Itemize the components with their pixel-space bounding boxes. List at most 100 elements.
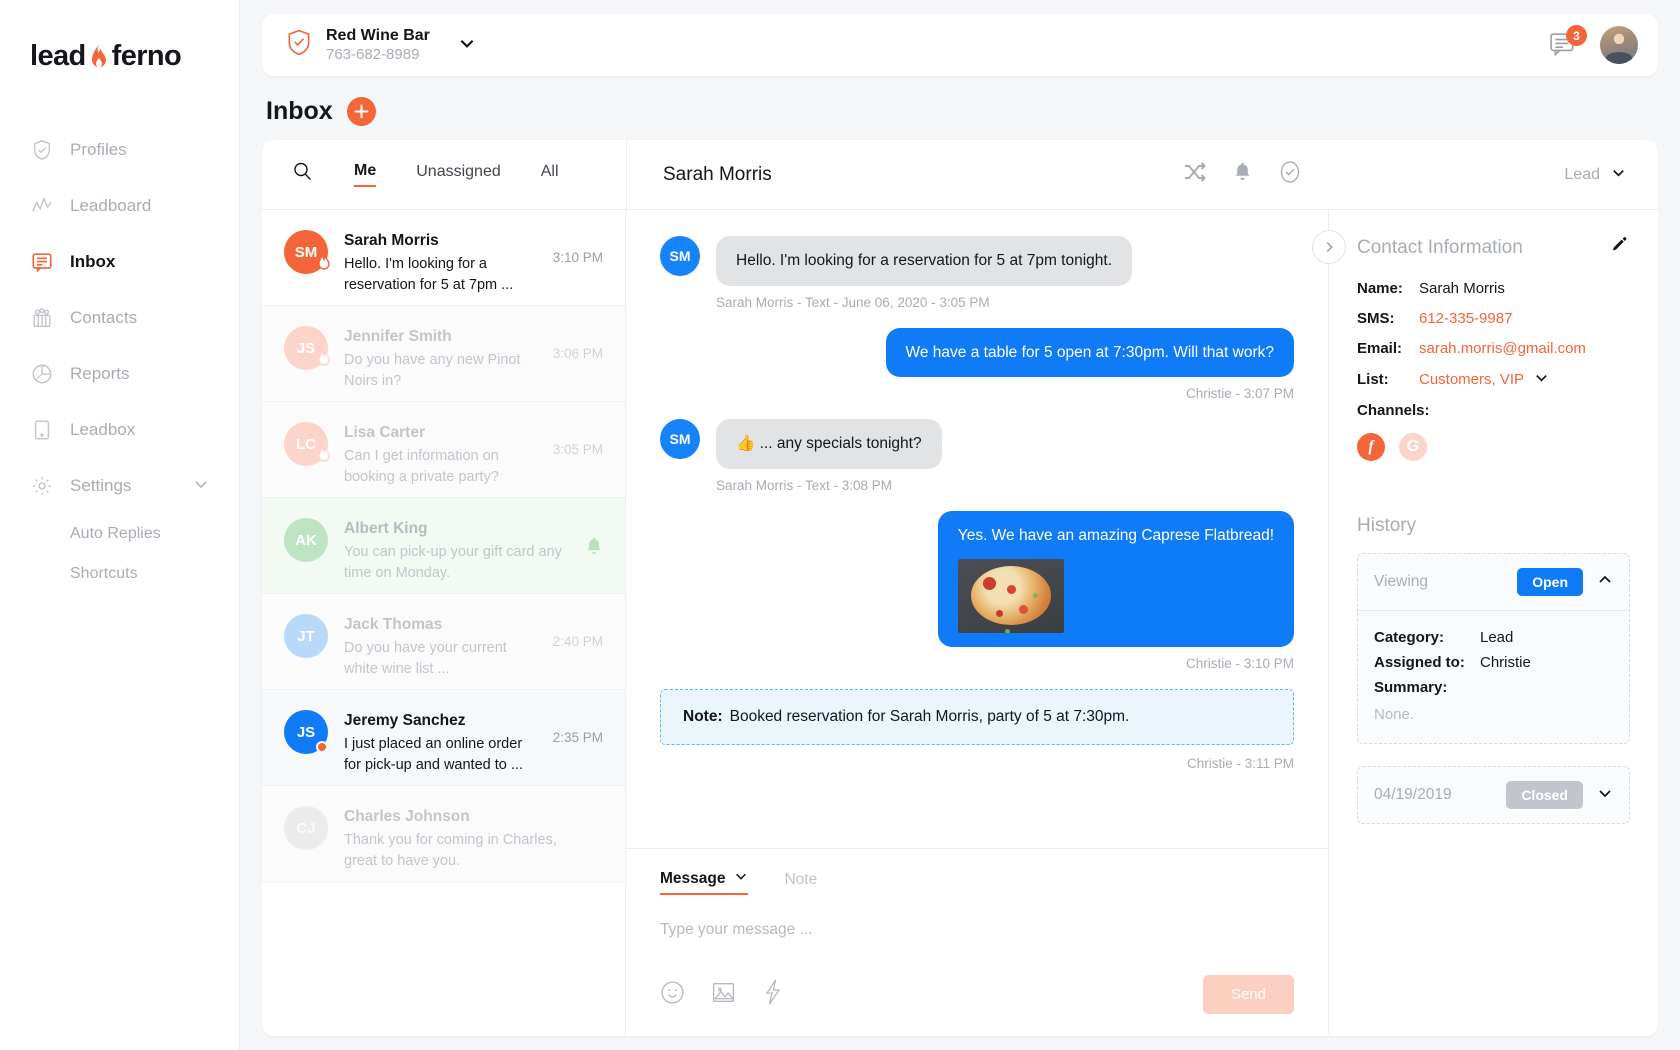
flame-logo-icon	[87, 45, 111, 75]
history-card-header: 04/19/2019 Closed	[1358, 767, 1629, 823]
chevron-down-icon[interactable]	[1597, 785, 1613, 806]
sidebar-item-shortcuts[interactable]: Shortcuts	[0, 554, 239, 594]
channel-icons: f G	[1357, 433, 1630, 461]
field-value[interactable]: Customers, VIP	[1419, 371, 1524, 388]
send-button[interactable]: Send	[1202, 975, 1294, 1014]
field-label: Email:	[1357, 340, 1403, 357]
field-value[interactable]: 612-335-9987	[1419, 310, 1512, 327]
internal-note: Note: Booked reservation for Sarah Morris…	[660, 688, 1294, 745]
bell-icon[interactable]	[1233, 161, 1252, 188]
sidebar-item-label: Inbox	[70, 252, 116, 271]
sidebar-item-label: Profiles	[70, 140, 127, 159]
timestamp: 2:40 PM	[552, 634, 603, 649]
timestamp: 2:35 PM	[552, 730, 603, 745]
avatar: JS	[284, 326, 330, 370]
list-item[interactable]: LC Lisa Carter Can I get information on …	[262, 402, 625, 498]
app-logo[interactable]: lead ferno	[0, 28, 239, 84]
status-badge[interactable]: Open	[1517, 568, 1583, 596]
shuffle-icon[interactable]	[1183, 161, 1207, 188]
composer-tab-note[interactable]: Note	[784, 871, 817, 894]
message-input[interactable]: Type your message ...	[660, 921, 1294, 939]
user-avatar[interactable]	[1600, 26, 1638, 64]
collapse-panel-button[interactable]	[1312, 230, 1346, 264]
top-bar: Red Wine Bar 763-682-8989 3	[262, 14, 1658, 76]
tab-me[interactable]: Me	[354, 162, 377, 187]
list-item-text: Albert King You can pick-up your gift ca…	[344, 518, 569, 583]
chevron-down-icon[interactable]	[1534, 370, 1549, 389]
chevron-up-icon[interactable]	[1597, 572, 1613, 593]
tab-unassigned[interactable]: Unassigned	[416, 163, 501, 186]
history-card-past[interactable]: 04/19/2019 Closed	[1357, 766, 1630, 824]
avatar-initials: LC	[296, 435, 316, 453]
lightning-icon[interactable]	[762, 979, 784, 1010]
message-preview: Thank you for coming in Charles, great t…	[344, 831, 557, 869]
chart-line-icon	[30, 194, 54, 218]
history-card-body: Category: Lead Assigned to: Christie Sum…	[1358, 610, 1629, 743]
history-key: Summary:	[1374, 679, 1448, 696]
message-text: Yes. We have an amazing Caprese Flatbrea…	[957, 527, 1274, 545]
business-phone: 763-682-8989	[326, 45, 420, 63]
list-item[interactable]: SM Sarah Morris Hello. I'm looking for a…	[262, 210, 625, 306]
contact-name: Jack Thomas	[344, 616, 443, 633]
emoji-icon[interactable]	[660, 980, 685, 1010]
avatar-initials: AK	[295, 531, 317, 549]
sidebar-item-leadboard[interactable]: Leadboard	[0, 178, 239, 234]
sidebar-subitem-label: Shortcuts	[70, 565, 138, 582]
timestamp: 3:10 PM	[552, 250, 603, 265]
composer-tab-message[interactable]: Message	[660, 869, 749, 895]
list-item[interactable]: CJ Charles Johnson Thank you for coming …	[262, 786, 625, 882]
chevron-down-icon[interactable]	[458, 34, 476, 57]
message-meta: Christie - 3:10 PM	[1185, 655, 1294, 671]
sidebar-item-label: Leadbox	[70, 420, 136, 439]
add-conversation-button[interactable]	[346, 96, 376, 126]
list-item-text: Jeremy Sanchez I just placed an online o…	[344, 710, 537, 775]
sidebar-item-reports[interactable]: Reports	[0, 346, 239, 402]
field-label: Channels:	[1357, 402, 1430, 419]
lead-status-selector[interactable]: Lead	[1564, 165, 1626, 185]
contact-name: Sarah Morris	[344, 232, 439, 249]
status-badge[interactable]: Closed	[1506, 781, 1583, 809]
message-meta: Sarah Morris - Text - June 06, 2020 - 3:…	[716, 294, 990, 310]
sidebar-item-contacts[interactable]: Contacts	[0, 290, 239, 346]
top-bar-right: 3	[1550, 25, 1638, 64]
search-icon[interactable]	[292, 161, 314, 188]
message-count-badge: 3	[1566, 25, 1587, 46]
sidebar-item-auto-replies[interactable]: Auto Replies	[0, 514, 239, 554]
check-circle-icon[interactable]	[1278, 160, 1302, 189]
history-summary-empty: None.	[1374, 706, 1415, 723]
sidebar-item-label: Reports	[70, 364, 130, 383]
chevron-down-icon	[1611, 165, 1626, 185]
chevron-down-icon[interactable]	[193, 476, 209, 497]
messages-notification-button[interactable]: 3	[1550, 25, 1587, 58]
list-item[interactable]: JS Jeremy Sanchez I just placed an onlin…	[262, 690, 625, 786]
sidebar-item-profiles[interactable]: Profiles	[0, 122, 239, 178]
facebook-icon[interactable]: f	[1357, 433, 1385, 461]
image-icon[interactable]	[711, 980, 736, 1010]
sidebar-item-leadbox[interactable]: Leadbox	[0, 402, 239, 458]
edit-icon[interactable]	[1611, 236, 1630, 260]
list-item[interactable]: AK Albert King You can pick-up your gift…	[262, 498, 625, 594]
list-item[interactable]: JS Jennifer Smith Do you have any new Pi…	[262, 306, 625, 402]
google-icon[interactable]: G	[1399, 433, 1427, 461]
avatar: CJ	[284, 806, 328, 850]
business-selector[interactable]: Red Wine Bar 763-682-8989	[286, 26, 476, 65]
history-key: Assigned to:	[1374, 654, 1465, 671]
list-item[interactable]: JT Jack Thomas Do you have your current …	[262, 594, 625, 690]
field-value[interactable]: sarah.morris@gmail.com	[1419, 340, 1586, 357]
conversation-list[interactable]: SM Sarah Morris Hello. I'm looking for a…	[262, 210, 626, 1036]
business-name: Red Wine Bar	[326, 26, 430, 44]
caprese-flatbread-photo[interactable]	[957, 558, 1064, 633]
sidebar-item-settings[interactable]: Settings	[0, 458, 239, 514]
avatar-initials: SM	[669, 431, 691, 448]
chevron-down-icon[interactable]	[734, 869, 748, 888]
tab-all[interactable]: All	[541, 163, 559, 186]
field-label: Name:	[1357, 280, 1403, 297]
avatar-initials: SM	[294, 243, 318, 261]
composer-toolbar: Send	[660, 975, 1294, 1014]
sidebar-item-inbox[interactable]: Inbox	[0, 234, 239, 290]
sidebar-item-label: Leadboard	[70, 196, 152, 215]
reminder-bell-icon[interactable]	[585, 518, 603, 562]
message-row-incoming: SM 👍 ... any specials tonight?	[660, 419, 1294, 470]
people-icon	[30, 306, 54, 330]
contact-name: Jeremy Sanchez	[344, 712, 466, 729]
